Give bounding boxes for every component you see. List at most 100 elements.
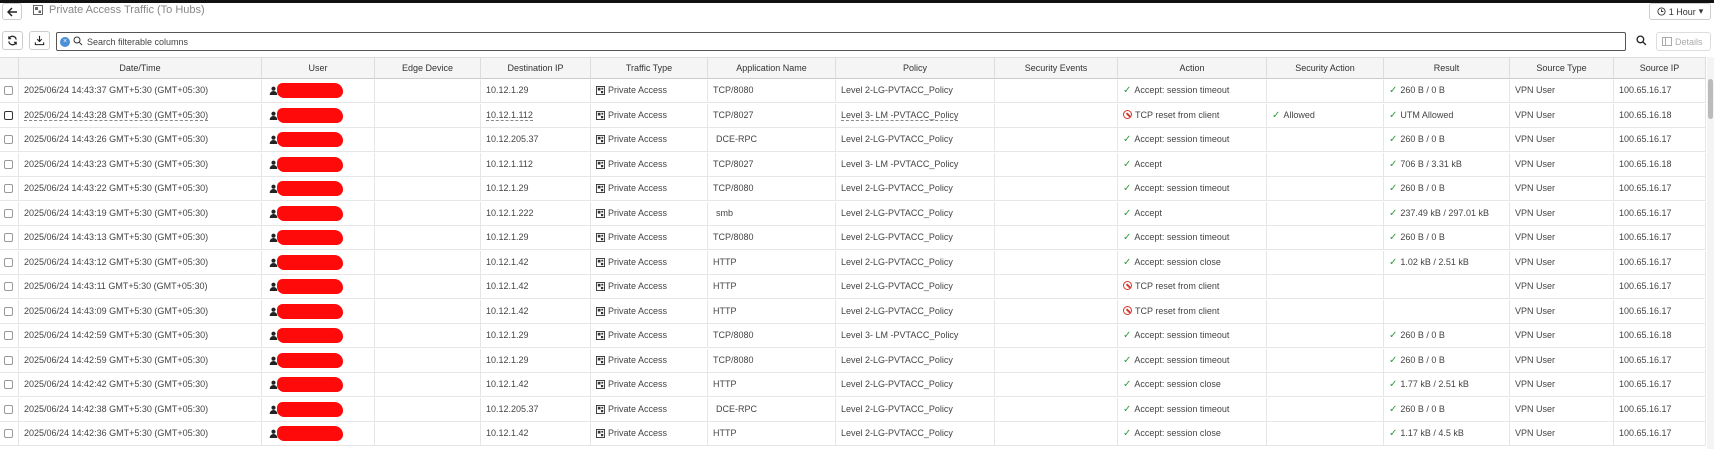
column-header-traffic-type[interactable]: Traffic Type	[591, 58, 708, 79]
row-checkbox[interactable]	[4, 306, 13, 316]
column-header-security-action[interactable]: Security Action	[1267, 58, 1384, 79]
user-cell	[262, 226, 375, 249]
row-checkbox[interactable]	[4, 257, 13, 267]
row-checkbox[interactable]	[4, 429, 13, 438]
result-cell: ✓ 260 B / 0 B	[1384, 226, 1510, 249]
table-row[interactable]: 2025/06/24 14:43:23 GMT+5:30 (GMT+05:30)…	[0, 152, 1706, 177]
search-button[interactable]	[1631, 31, 1652, 50]
row-checkbox[interactable]	[4, 135, 13, 144]
table-row[interactable]: 2025/06/24 14:42:42 GMT+5:30 (GMT+05:30)…	[0, 373, 1706, 397]
application-name-text: smb	[716, 207, 734, 218]
user-cell	[262, 299, 375, 323]
column-header-source-ip[interactable]: Source IP	[1614, 58, 1706, 79]
back-arrow-icon	[6, 6, 17, 17]
refresh-button[interactable]	[2, 31, 23, 50]
vertical-scrollbar[interactable]	[1707, 57, 1714, 449]
application-name-cell: TCP/8080	[708, 348, 836, 372]
security-events-cell	[995, 152, 1118, 176]
check-icon: ✓	[1123, 232, 1132, 243]
security-action-cell	[1267, 324, 1384, 347]
download-button[interactable]	[29, 31, 50, 50]
column-header-result[interactable]: Result	[1384, 58, 1510, 79]
action-text: TCP reset from client	[1135, 281, 1220, 291]
table-row[interactable]: 2025/06/24 14:43:26 GMT+5:30 (GMT+05:30)…	[0, 128, 1706, 152]
row-select-cell	[0, 373, 19, 396]
column-header-user[interactable]: User	[262, 58, 375, 79]
table-row[interactable]: 2025/06/24 14:42:59 GMT+5:30 (GMT+05:30)…	[0, 324, 1706, 348]
row-checkbox[interactable]	[4, 208, 13, 218]
row-checkbox[interactable]	[4, 355, 13, 365]
source-ip-text: 100.65.16.17	[1619, 85, 1672, 95]
destination-ip-text: 10.12.1.29	[486, 354, 529, 365]
table-row[interactable]: 2025/06/24 14:43:12 GMT+5:30 (GMT+05:30)…	[0, 250, 1706, 275]
policy-name-text: Level 2-LG-PVTACC_Policy	[841, 281, 953, 291]
row-checkbox[interactable]	[4, 331, 13, 340]
row-checkbox[interactable]	[4, 159, 13, 169]
security-events-cell	[995, 177, 1118, 200]
application-name-text: TCP/8027	[713, 158, 754, 169]
column-header-source-type[interactable]: Source Type	[1510, 58, 1614, 79]
traffic-type-text: Private Access	[608, 354, 668, 365]
traffic-type-text: Private Access	[608, 379, 668, 389]
row-checkbox[interactable]	[4, 110, 13, 120]
table-row[interactable]: 2025/06/24 14:43:19 GMT+5:30 (GMT+05:30)…	[0, 201, 1706, 226]
action-text: Accept: session timeout	[1134, 134, 1230, 144]
source-type-cell: VPN User	[1510, 324, 1614, 347]
source-type-cell: VPN User	[1510, 275, 1614, 298]
row-checkbox[interactable]	[4, 233, 13, 242]
destination-ip-text: 10.12.1.222	[486, 207, 534, 218]
scrollbar-thumb[interactable]	[1708, 79, 1713, 119]
table-row[interactable]: 2025/06/24 14:42:38 GMT+5:30 (GMT+05:30)…	[0, 397, 1706, 422]
column-header-edge-device[interactable]: Edge Device	[375, 58, 481, 79]
result-cell: ✓ 1.77 kB / 2.51 kB	[1384, 373, 1510, 396]
table-row[interactable]: 2025/06/24 14:42:59 GMT+5:30 (GMT+05:30)…	[0, 348, 1706, 373]
policy-name-text: Level 2-LG-PVTACC_Policy	[841, 134, 953, 144]
source-type-cell: VPN User	[1510, 348, 1614, 372]
source-ip-text: 100.65.16.17	[1619, 428, 1672, 438]
table-row[interactable]: 2025/06/24 14:43:22 GMT+5:30 (GMT+05:30)…	[0, 177, 1706, 201]
column-header-date-time[interactable]: Date/Time	[19, 58, 262, 79]
result-cell: ✓ 260 B / 0 B	[1384, 348, 1510, 372]
action-text: Accept: session timeout	[1134, 232, 1230, 242]
traffic-type-cell: Private Access	[591, 397, 708, 421]
action-cell: TCP reset from client	[1118, 275, 1267, 298]
source-ip-text: 100.65.16.17	[1619, 256, 1672, 267]
time-range-dropdown[interactable]: 1 Hour ▾	[1649, 3, 1711, 20]
table-row[interactable]: 2025/06/24 14:43:09 GMT+5:30 (GMT+05:30)…	[0, 299, 1706, 324]
table-row[interactable]: 2025/06/24 14:42:36 GMT+5:30 (GMT+05:30)…	[0, 422, 1706, 446]
source-ip-cell: 100.65.16.17	[1614, 373, 1706, 396]
edge-device-cell	[375, 348, 481, 372]
private-access-icon	[596, 184, 605, 194]
column-header-destination-ip[interactable]: Destination IP	[481, 58, 591, 79]
search-box[interactable]: ×	[56, 32, 1626, 51]
user-cell	[262, 422, 375, 445]
source-ip-cell: 100.65.16.18	[1614, 152, 1706, 176]
row-checkbox[interactable]	[4, 404, 13, 414]
action-text: Accept	[1134, 207, 1162, 218]
search-input[interactable]	[87, 34, 1617, 49]
column-header-action[interactable]: Action	[1118, 58, 1267, 79]
row-checkbox[interactable]	[4, 282, 13, 291]
row-select-cell	[0, 299, 19, 323]
destination-ip-text: 10.12.1.29	[486, 232, 529, 242]
date-time-text: 2025/06/24 14:43:19 GMT+5:30 (GMT+05:30)	[24, 207, 209, 218]
row-checkbox[interactable]	[4, 184, 13, 193]
table-row[interactable]: 2025/06/24 14:43:13 GMT+5:30 (GMT+05:30)…	[0, 226, 1706, 250]
back-button[interactable]	[2, 3, 22, 20]
row-checkbox[interactable]	[4, 86, 13, 95]
column-header-security-events[interactable]: Security Events	[995, 58, 1118, 79]
policy-cell: Level 3- LM -PVTACC_Policy	[836, 152, 995, 176]
clear-filter-icon[interactable]: ×	[60, 37, 70, 47]
action-text: TCP reset from client	[1135, 305, 1220, 316]
column-header-application-name[interactable]: Application Name	[708, 58, 836, 79]
table-row[interactable]: 2025/06/24 14:43:11 GMT+5:30 (GMT+05:30)…	[0, 275, 1706, 299]
search-icon	[73, 36, 83, 46]
table-row[interactable]: 2025/06/24 14:43:37 GMT+5:30 (GMT+05:30)…	[0, 79, 1706, 103]
result-text: 260 B / 0 B	[1400, 85, 1445, 95]
private-access-icon	[596, 233, 605, 243]
column-header-policy[interactable]: Policy	[836, 58, 995, 79]
table-row[interactable]: 2025/06/24 14:43:28 GMT+5:30 (GMT+05:30)…	[0, 103, 1706, 128]
traffic-type-cell: Private Access	[591, 348, 708, 372]
row-checkbox[interactable]	[4, 380, 13, 389]
details-button[interactable]: Details	[1656, 32, 1711, 51]
